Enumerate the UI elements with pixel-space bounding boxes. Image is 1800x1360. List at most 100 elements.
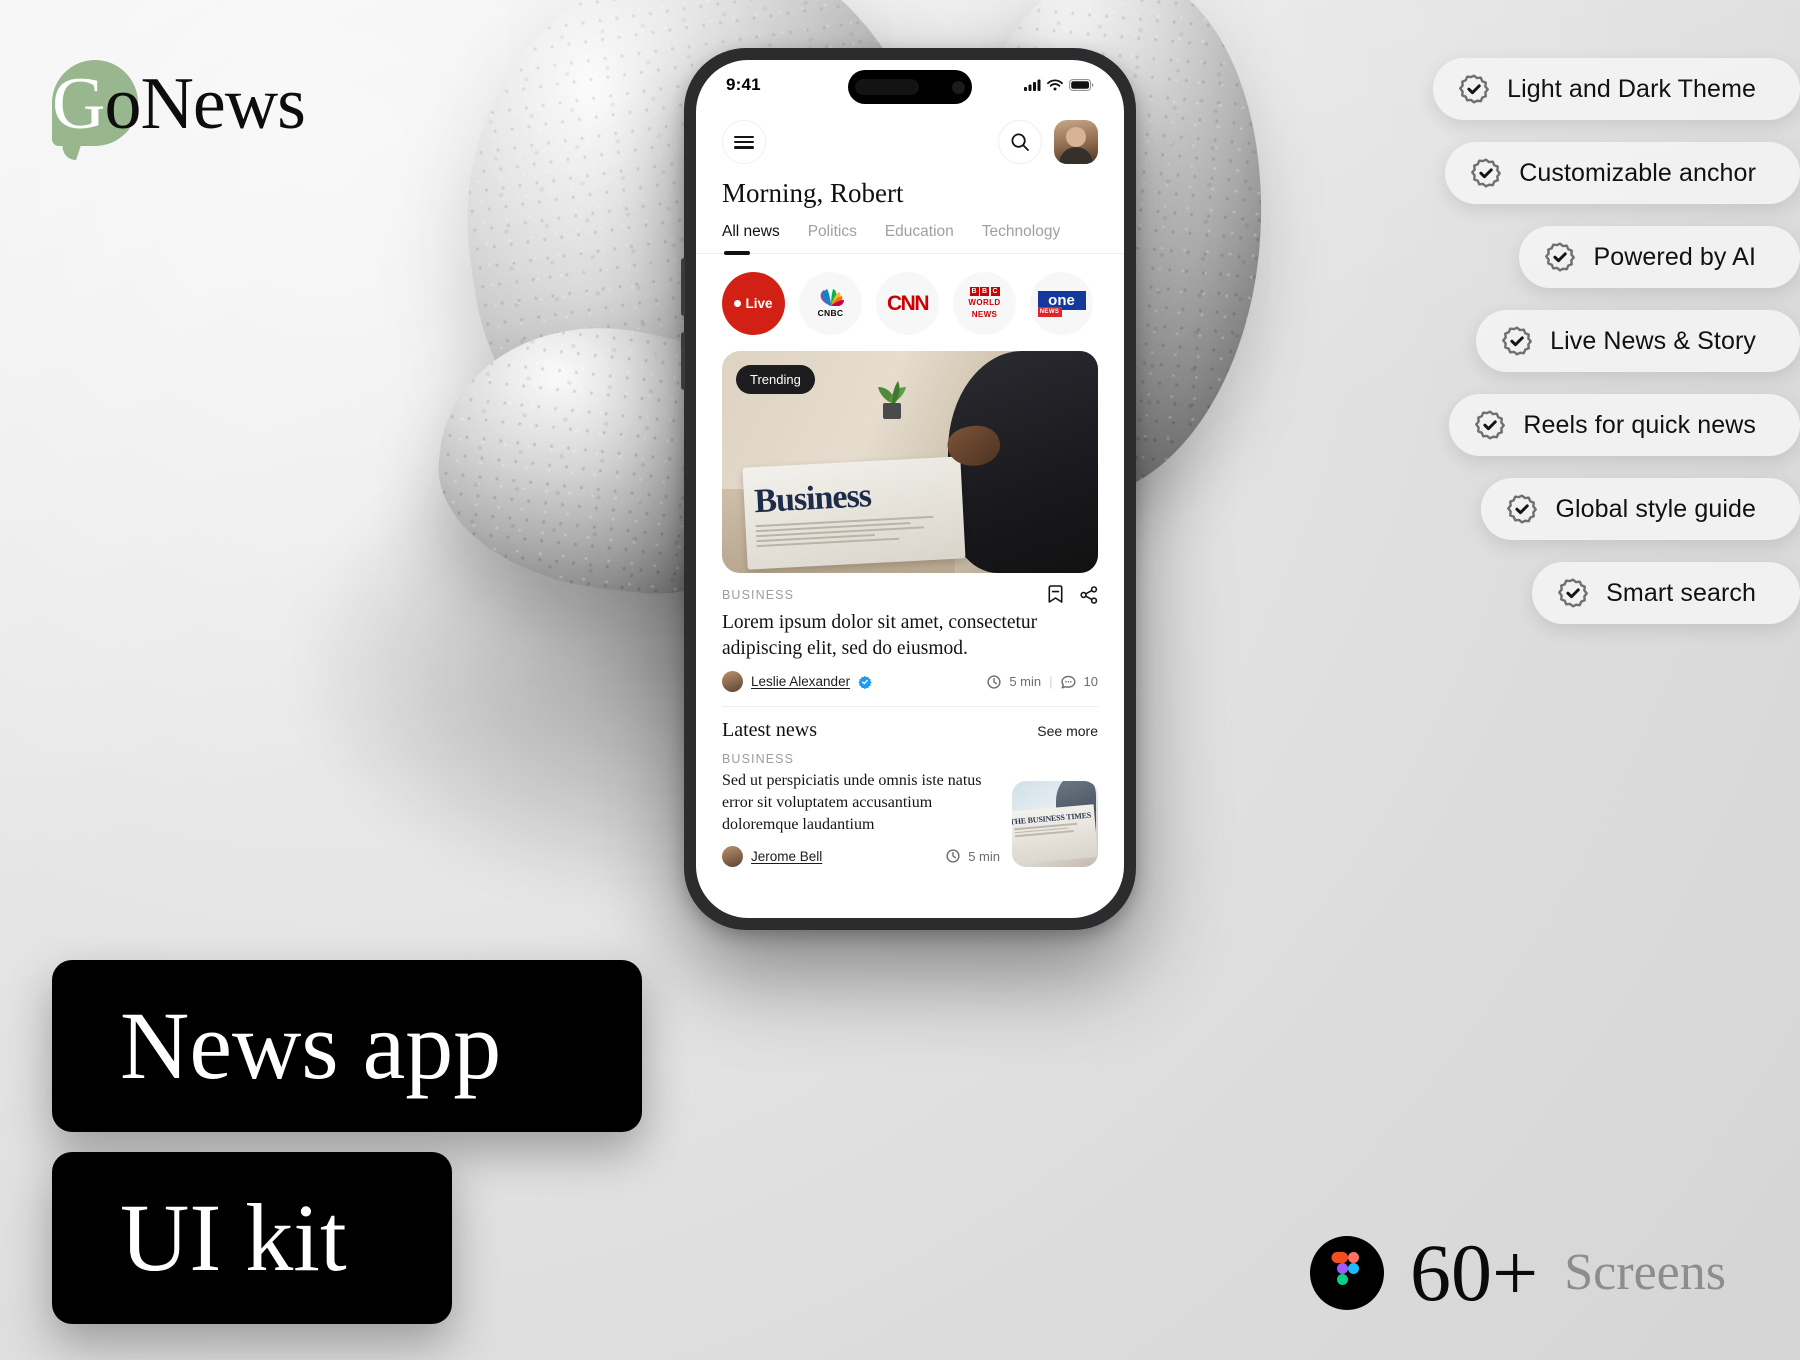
latest-article-byline: Jerome Bell 5 min bbox=[722, 836, 1000, 867]
title-card-ui-kit: UI kit bbox=[52, 1152, 452, 1324]
comment-icon bbox=[1060, 675, 1076, 689]
tab-technology[interactable]: Technology bbox=[982, 223, 1060, 253]
feature-pill-label: Customizable anchor bbox=[1519, 158, 1756, 187]
bookmark-minus-icon[interactable] bbox=[1047, 585, 1064, 604]
comment-count: 10 bbox=[1083, 674, 1098, 690]
badge-check-icon bbox=[1457, 72, 1491, 106]
clock-icon bbox=[946, 849, 960, 863]
source-live-label: Live bbox=[745, 296, 773, 311]
news-source-list: Live CNBC CNN B B C WORLD NEWS one NEWS bbox=[696, 254, 1124, 351]
feature-pill-label: Live News & Story bbox=[1550, 326, 1756, 355]
bbc-line-1: WORLD bbox=[968, 298, 1001, 307]
author-name[interactable]: Jerome Bell bbox=[751, 849, 822, 864]
feature-pill[interactable]: Global style guide bbox=[1481, 478, 1800, 540]
avatar[interactable] bbox=[1054, 120, 1098, 164]
author-avatar bbox=[722, 671, 743, 693]
title-card-ui-kit-label: UI kit bbox=[120, 1184, 347, 1291]
tab-education[interactable]: Education bbox=[885, 223, 954, 253]
badge-check-icon bbox=[1556, 576, 1590, 610]
status-bar: 9:41 bbox=[696, 60, 1124, 110]
feature-pill[interactable]: Smart search bbox=[1532, 562, 1800, 624]
brand-logo-rest: oNews bbox=[104, 63, 306, 145]
feature-pill-label: Global style guide bbox=[1555, 494, 1756, 523]
phone-screen: 9:41 Morning, Robert All news Politics E… bbox=[696, 60, 1124, 918]
screens-count: 60+ bbox=[1410, 1227, 1539, 1318]
badge-check-icon bbox=[1543, 240, 1577, 274]
feature-pill[interactable]: Light and Dark Theme bbox=[1433, 58, 1800, 120]
bbc-world-news-logo-icon: BBC WORLD NEWS bbox=[968, 287, 1000, 320]
read-time: 5 min bbox=[968, 848, 1000, 864]
category-tabs: All news Politics Education Technology bbox=[696, 209, 1124, 255]
author-avatar bbox=[722, 845, 743, 867]
source-live-button[interactable]: Live bbox=[722, 272, 785, 335]
search-button[interactable] bbox=[998, 120, 1042, 164]
feature-pill-label: Powered by AI bbox=[1593, 242, 1756, 271]
plant-decoration bbox=[869, 373, 915, 425]
share-icon[interactable] bbox=[1080, 585, 1098, 604]
hamburger-menu-icon bbox=[734, 135, 754, 149]
author-name[interactable]: Leslie Alexander bbox=[751, 674, 850, 689]
source-bbc-world-news[interactable]: BBC WORLD NEWS bbox=[953, 272, 1016, 335]
trending-article-byline: Leslie Alexander 5 min | 10 bbox=[722, 661, 1098, 693]
feature-pill-label: Reels for quick news bbox=[1523, 410, 1756, 439]
feature-pill-list: Light and Dark Theme Customizable anchor… bbox=[1433, 58, 1800, 624]
one-news-logo-icon: one NEWS bbox=[1037, 290, 1086, 317]
app-bar bbox=[696, 110, 1124, 164]
verified-badge-icon bbox=[858, 675, 872, 689]
article-actions bbox=[1047, 585, 1098, 604]
status-badge: Trending bbox=[736, 365, 815, 394]
source-cnn[interactable]: CNN bbox=[876, 272, 939, 335]
bbc-line-2: NEWS bbox=[971, 310, 998, 319]
wifi-icon bbox=[1047, 79, 1063, 91]
dynamic-island-pill bbox=[855, 79, 919, 95]
feature-pill[interactable]: Customizable anchor bbox=[1445, 142, 1800, 204]
latest-news-header: Latest news See more bbox=[696, 707, 1124, 742]
status-bar-icons bbox=[1024, 79, 1094, 91]
brand-logo-text: GoNews bbox=[52, 52, 352, 156]
list-item[interactable]: BUSINESS Sed ut perspiciatis unde omnis … bbox=[696, 742, 1124, 867]
latest-article-category: BUSINESS bbox=[722, 752, 795, 767]
clock-icon bbox=[987, 675, 1001, 689]
tab-politics[interactable]: Politics bbox=[808, 223, 857, 253]
screens-word: Screens bbox=[1564, 1244, 1726, 1301]
brand-logo: GoNews bbox=[52, 52, 352, 162]
trending-article-meta: BUSINESS bbox=[722, 573, 1098, 606]
source-cnbc[interactable]: CNBC bbox=[799, 272, 862, 335]
bbc-blocks: BBC bbox=[969, 287, 1000, 296]
latest-article-thumbnail: THE BUSINESS TIMES bbox=[1012, 780, 1098, 867]
feature-pill[interactable]: Reels for quick news bbox=[1449, 394, 1800, 456]
tab-all-news[interactable]: All news bbox=[722, 223, 780, 255]
trending-article-category: BUSINESS bbox=[722, 587, 795, 602]
screens-badge: 60+ Screens bbox=[1310, 1232, 1726, 1314]
page-title: Morning, Robert bbox=[722, 178, 904, 208]
brand-logo-initial: G bbox=[52, 63, 105, 145]
trending-article-image: Business Trending bbox=[722, 351, 1098, 573]
newspaper-prop: Business bbox=[742, 456, 966, 570]
phone-mockup: 9:41 Morning, Robert All news Politics E… bbox=[681, 48, 1136, 930]
feature-pill-label: Smart search bbox=[1606, 578, 1756, 607]
trending-article-headline: Lorem ipsum dolor sit amet, consectetur … bbox=[722, 612, 1038, 659]
badge-check-icon bbox=[1505, 492, 1539, 526]
cnbc-logo-icon: CNBC bbox=[817, 289, 845, 318]
status-bar-time: 9:41 bbox=[726, 75, 761, 94]
cnbc-wordmark: CNBC bbox=[817, 308, 844, 318]
hamburger-menu-button[interactable] bbox=[722, 120, 766, 164]
app-bar-actions bbox=[998, 120, 1098, 164]
figma-logo-icon bbox=[1310, 1236, 1384, 1310]
cnn-logo-icon: CNN bbox=[887, 291, 930, 315]
cellular-signal-icon bbox=[1024, 79, 1041, 91]
feature-pill[interactable]: Powered by AI bbox=[1519, 226, 1800, 288]
trending-article-card[interactable]: Business Trending BUSINESS Lorem ipsum d… bbox=[722, 351, 1098, 693]
live-dot-icon bbox=[734, 300, 742, 307]
feature-pill-label: Light and Dark Theme bbox=[1507, 74, 1756, 103]
title-card-news-app-label: News app bbox=[120, 992, 502, 1099]
dynamic-island bbox=[848, 70, 972, 104]
latest-article-headline: Sed ut perspiciatis unde omnis iste natu… bbox=[722, 772, 982, 833]
badge-check-icon bbox=[1500, 324, 1534, 358]
badge-check-icon bbox=[1469, 156, 1503, 190]
feature-pill[interactable]: Live News & Story bbox=[1476, 310, 1800, 372]
latest-news-title: Latest news bbox=[722, 719, 817, 742]
see-more-link[interactable]: See more bbox=[1037, 723, 1098, 739]
badge-check-icon bbox=[1473, 408, 1507, 442]
source-one-news[interactable]: one NEWS bbox=[1030, 272, 1093, 335]
